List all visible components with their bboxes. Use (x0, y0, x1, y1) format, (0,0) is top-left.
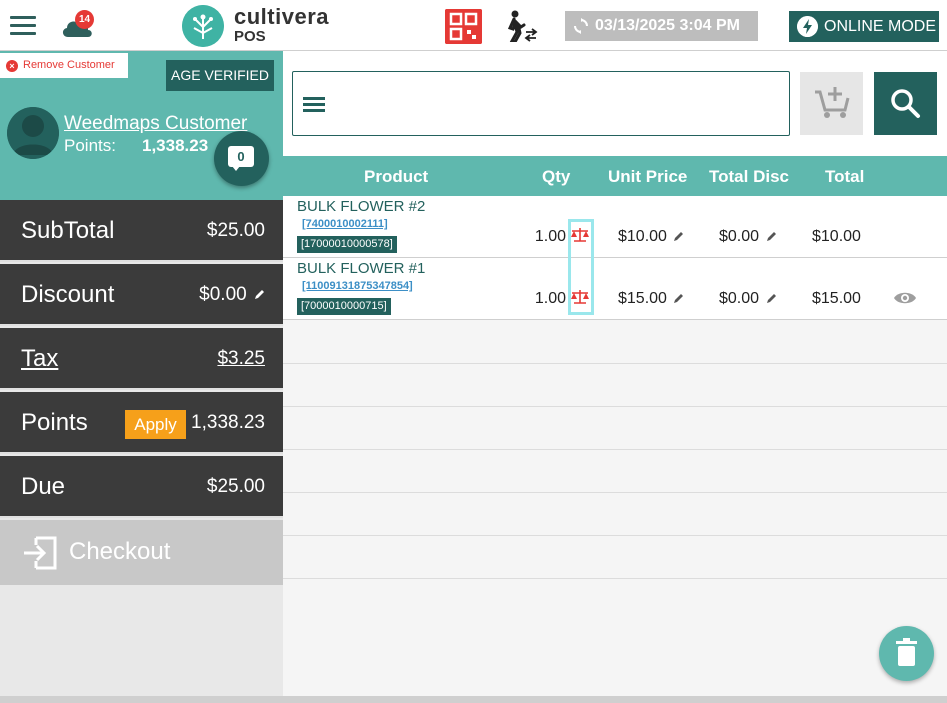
pencil-icon[interactable] (254, 289, 265, 300)
walk-in-customer-icon[interactable] (504, 10, 538, 42)
checkout-label: Checkout (69, 538, 171, 565)
header-total-disc: Total Disc (709, 167, 789, 186)
search-button[interactable] (874, 72, 937, 135)
table-row[interactable]: BULK FLOWER #2 [7400010002111] [17000010… (283, 196, 947, 258)
empty-row (283, 364, 947, 407)
lightning-icon (797, 16, 818, 37)
pencil-icon[interactable] (766, 293, 777, 304)
search-area (283, 51, 947, 156)
product-name: BULK FLOWER #2 (297, 198, 426, 215)
hamburger-menu-icon[interactable] (10, 16, 36, 36)
add-to-cart-button[interactable] (800, 72, 863, 135)
eye-icon[interactable] (893, 290, 917, 306)
product-inventory-id: [17000010000578] (297, 236, 397, 253)
age-verified-badge: AGE VERIFIED (166, 60, 274, 91)
points-value: 1,338.23 (142, 136, 209, 155)
discount-amount: $0.00 (199, 284, 247, 305)
clear-cart-button[interactable] (879, 626, 934, 681)
datetime-text: 03/13/2025 3:04 PM (595, 17, 740, 34)
tax-row[interactable]: Tax $3.25 (0, 328, 283, 390)
total-disc-text: $0.00 (719, 228, 760, 245)
product-total-disc[interactable]: $0.00 (719, 228, 777, 246)
checkout-icon (24, 536, 57, 570)
product-unit-price[interactable]: $15.00 (618, 290, 684, 308)
points-row-value: 1,338.23 (191, 412, 265, 433)
remove-customer-label: Remove Customer (23, 59, 115, 71)
subtotal-label: SubTotal (21, 217, 115, 244)
header-qty: Qty (542, 167, 571, 186)
due-value: $25.00 (206, 476, 265, 497)
unit-price-text: $15.00 (618, 290, 667, 307)
remove-customer-button[interactable]: × Remove Customer (0, 53, 128, 78)
logo-subtext: POS (234, 28, 266, 45)
logo-text: cultivera (234, 4, 329, 29)
online-mode-button[interactable]: ONLINE MODE (789, 11, 939, 42)
tax-label[interactable]: Tax (21, 345, 58, 373)
points-row-label: Points (21, 409, 88, 436)
customer-panel: × Remove Customer AGE VERIFIED Weedmaps … (0, 51, 283, 200)
barcode-menu-icon (303, 97, 325, 115)
order-summary-panel: × Remove Customer AGE VERIFIED Weedmaps … (0, 51, 283, 703)
notes-count: 0 (228, 146, 254, 167)
product-barcode-link[interactable]: [7400010002111] (302, 218, 388, 230)
discount-row: Discount $0.00 (0, 264, 283, 326)
datetime-display: 03/13/2025 3:04 PM (565, 11, 758, 41)
product-inventory-id: [7000010000715] (297, 298, 391, 315)
cart-panel: Product Qty Unit Price Total Disc Total … (283, 51, 947, 703)
cultivera-logo-icon (182, 5, 224, 47)
online-mode-label: ONLINE MODE (824, 18, 937, 35)
tax-value[interactable]: $3.25 (217, 348, 265, 370)
unit-price-text: $10.00 (618, 228, 667, 245)
apply-points-button[interactable]: Apply (125, 410, 186, 439)
close-circle-icon: × (6, 60, 18, 72)
header-product: Product (364, 167, 429, 186)
discount-value[interactable]: $0.00 (199, 284, 265, 306)
empty-row (283, 321, 947, 364)
empty-row (283, 536, 947, 579)
empty-row (283, 450, 947, 493)
cart-table-header: Product Qty Unit Price Total Disc Total (283, 156, 947, 196)
product-search-input[interactable] (292, 71, 790, 136)
product-name: BULK FLOWER #1 (297, 260, 426, 277)
product-qty[interactable]: 1.00 (535, 228, 566, 246)
product-qty[interactable]: 1.00 (535, 290, 566, 308)
pencil-icon[interactable] (766, 231, 777, 242)
discount-label: Discount (21, 281, 115, 308)
add-cart-icon (815, 87, 850, 118)
total-disc-text: $0.00 (719, 290, 760, 307)
subtotal-row: SubTotal $25.00 (0, 200, 283, 262)
pencil-icon[interactable] (673, 231, 684, 242)
customer-name-link[interactable]: Weedmaps Customer (64, 113, 247, 135)
product-total: $15.00 (812, 290, 861, 307)
trash-icon (896, 638, 917, 666)
product-unit-price[interactable]: $10.00 (618, 228, 684, 246)
top-bar: 14 cultivera POS 03/13/2025 3:04 PM ONLI… (0, 0, 947, 51)
chat-bubble-icon (232, 166, 240, 171)
bottom-strip (0, 696, 947, 703)
due-label: Due (21, 473, 66, 500)
product-total-disc[interactable]: $0.00 (719, 290, 777, 308)
header-unit-price: Unit Price (608, 167, 688, 186)
search-icon (891, 89, 920, 118)
pencil-icon[interactable] (673, 293, 684, 304)
notes-button[interactable]: 0 (214, 131, 269, 186)
empty-row (283, 493, 947, 536)
checkout-button[interactable]: Checkout (0, 520, 283, 585)
sync-count-badge: 14 (75, 10, 94, 29)
table-row[interactable]: BULK FLOWER #1 [11009131875347854] [7000… (283, 258, 947, 320)
subtotal-value: $25.00 (206, 220, 265, 241)
avatar-icon (7, 107, 59, 159)
scale-column-highlight (568, 219, 594, 315)
due-row: Due $25.00 (0, 456, 283, 518)
points-row: Points Apply 1,338.23 (0, 392, 283, 454)
header-total: Total (825, 167, 865, 186)
product-total: $10.00 (812, 228, 861, 245)
points-label: Points: (64, 136, 116, 155)
empty-row (283, 407, 947, 450)
sync-icon (574, 18, 588, 34)
qr-code-icon[interactable] (445, 9, 482, 44)
product-barcode-link[interactable]: [11009131875347854] (302, 280, 413, 292)
